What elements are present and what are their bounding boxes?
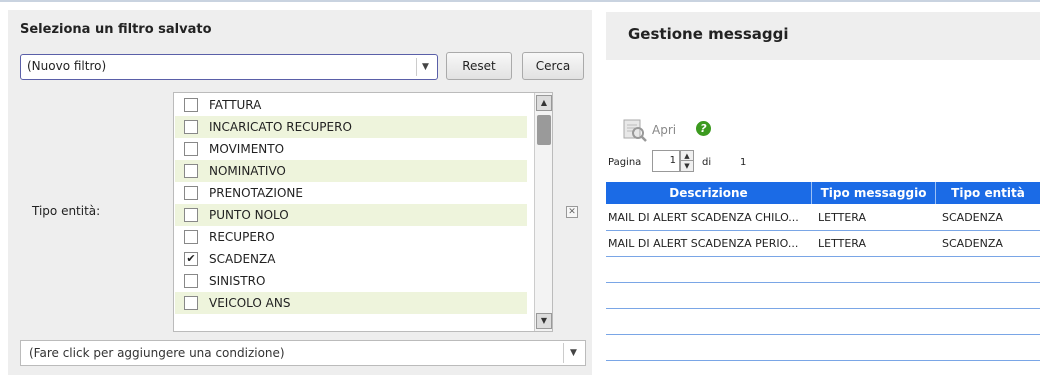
list-item[interactable]: RECUPERO [175, 226, 527, 248]
list-item-label: SINISTRO [209, 274, 266, 288]
table-row-empty [606, 283, 1040, 309]
cell-description: MAIL DI ALERT SCADENZA CHILO... [608, 211, 799, 224]
add-condition-select[interactable]: (Fare click per aggiungere una condizion… [20, 340, 586, 366]
chevron-down-icon[interactable]: ▼ [563, 343, 583, 363]
scroll-thumb[interactable] [537, 115, 551, 145]
list-item[interactable]: NOMINATIVO [175, 160, 527, 182]
list-item[interactable]: VEICOLO ANS [175, 292, 527, 314]
list-item-label: FATTURA [209, 98, 262, 112]
cell-message-type: LETTERA [818, 237, 866, 250]
reset-button[interactable]: Reset [446, 52, 512, 80]
document-open-icon[interactable] [620, 118, 648, 142]
spin-down-icon[interactable]: ▼ [681, 161, 693, 171]
list-item[interactable]: FATTURA [175, 94, 527, 116]
total-pages: 1 [740, 157, 747, 168]
page-title: Gestione messaggi [628, 25, 789, 43]
checkbox[interactable] [184, 208, 198, 222]
scroll-down-icon[interactable]: ▼ [536, 313, 552, 329]
checkbox[interactable] [184, 120, 198, 134]
table-row[interactable]: MAIL DI ALERT SCADENZA PERIO... LETTERA … [606, 231, 1040, 257]
entity-type-label: Tipo entità: [32, 204, 101, 218]
page-spinner[interactable]: ▲ ▼ [680, 150, 694, 172]
of-label: di [702, 157, 712, 168]
table-row-empty [606, 335, 1040, 361]
list-item-label: VEICOLO ANS [209, 296, 291, 310]
list-item[interactable]: ✔ SCADENZA [175, 248, 527, 270]
search-button[interactable]: Cerca [522, 52, 584, 80]
spin-up-icon[interactable]: ▲ [681, 151, 693, 161]
saved-filter-select[interactable]: (Nuovo filtro) ▼ [20, 54, 438, 80]
cell-description: MAIL DI ALERT SCADENZA PERIO... [608, 237, 799, 250]
filter-panel-title: Seleziona un filtro salvato [20, 22, 212, 37]
list-item[interactable]: MOVIMENTO [175, 138, 527, 160]
list-item-label: INCARICATO RECUPERO [209, 120, 352, 134]
table-row[interactable]: MAIL DI ALERT SCADENZA CHILO... LETTERA … [606, 205, 1040, 231]
checkbox[interactable] [184, 98, 198, 112]
list-item-label: MOVIMENTO [209, 142, 285, 156]
filter-panel: Seleziona un filtro salvato (Nuovo filtr… [8, 10, 592, 375]
cell-message-type: LETTERA [818, 211, 866, 224]
list-item-label: PRENOTAZIONE [209, 186, 303, 200]
top-divider [0, 0, 1040, 2]
list-item[interactable]: PUNTO NOLO [175, 204, 527, 226]
chevron-down-icon[interactable]: ▼ [416, 58, 434, 76]
page-number-input[interactable]: 1 [652, 150, 680, 172]
help-icon[interactable]: ? [696, 121, 711, 136]
column-header-description[interactable]: Descrizione [606, 182, 812, 204]
checkbox-checked[interactable]: ✔ [184, 252, 198, 266]
entity-type-listbox[interactable]: FATTURA INCARICATO RECUPERO MOVIMENTO NO… [173, 92, 553, 332]
checkbox[interactable] [184, 274, 198, 288]
open-button[interactable]: Apri [652, 123, 676, 137]
table-row-empty [606, 309, 1040, 335]
column-header-message-type[interactable]: Tipo messaggio [812, 182, 936, 204]
page-label: Pagina [608, 157, 642, 168]
list-item-label: RECUPERO [209, 230, 275, 244]
checkbox[interactable] [184, 142, 198, 156]
listbox-scrollbar[interactable]: ▲ ▼ [534, 93, 552, 331]
messages-grid-header: Descrizione Tipo messaggio Tipo entità [606, 182, 1040, 204]
checkbox[interactable] [184, 164, 198, 178]
cell-entity-type: SCADENZA [942, 237, 1003, 250]
cell-entity-type: SCADENZA [942, 211, 1003, 224]
list-item[interactable]: SINISTRO [175, 270, 527, 292]
list-item[interactable]: INCARICATO RECUPERO [175, 116, 527, 138]
saved-filter-value: (Nuovo filtro) [27, 59, 107, 73]
checkbox[interactable] [184, 186, 198, 200]
list-item-label: SCADENZA [209, 252, 276, 266]
column-header-entity-type[interactable]: Tipo entità [936, 182, 1040, 204]
table-row-empty [606, 257, 1040, 283]
scroll-up-icon[interactable]: ▲ [536, 95, 552, 111]
checkbox[interactable] [184, 230, 198, 244]
list-item-label: NOMINATIVO [209, 164, 286, 178]
list-item-label: PUNTO NOLO [209, 208, 289, 222]
checkbox[interactable] [184, 296, 198, 310]
add-condition-value: (Fare click per aggiungere una condizion… [29, 346, 285, 360]
remove-condition-icon[interactable]: ✕ [566, 206, 578, 218]
messages-header: Gestione messaggi [606, 12, 1040, 60]
checkmark-icon: ✔ [186, 252, 196, 265]
list-item[interactable]: PRENOTAZIONE [175, 182, 527, 204]
